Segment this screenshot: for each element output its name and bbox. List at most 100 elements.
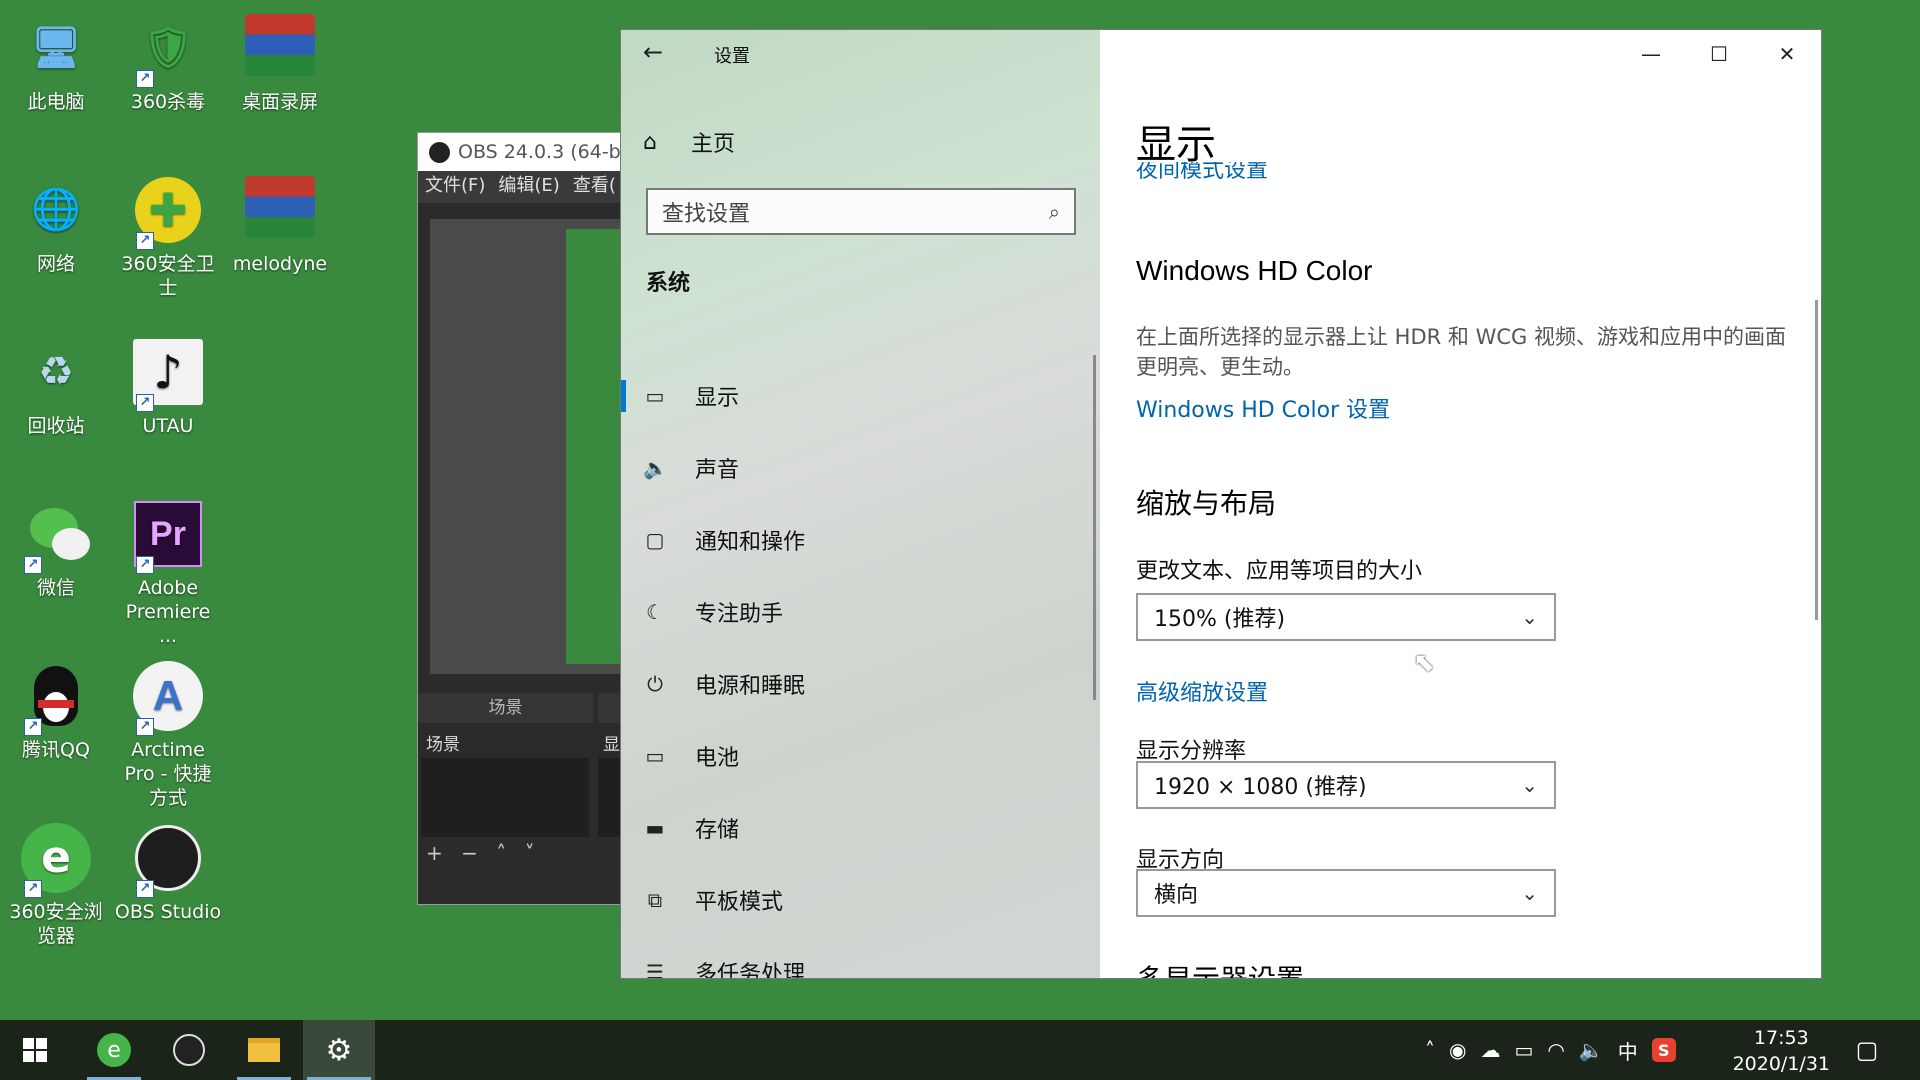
obs-scene-controls[interactable]: + − ˄ ˅ bbox=[426, 841, 541, 865]
obs-scenes-list[interactable]: 场景 bbox=[421, 727, 589, 837]
scale-dropdown[interactable]: 150% (推荐) ⌄ bbox=[1136, 593, 1556, 641]
nav-item-storage[interactable]: ▬ 存储 bbox=[621, 799, 1100, 857]
maximize-icon[interactable]: ☐ bbox=[1685, 30, 1753, 78]
360-browser-icon: e bbox=[97, 1033, 131, 1067]
desktop-icon-melodyne[interactable]: melodyne bbox=[224, 172, 336, 276]
nav-item-notifications[interactable]: ▢ 通知和操作 bbox=[621, 511, 1100, 569]
desktop-icon-360-antivirus[interactable]: 🛡 ↗ 360杀毒 bbox=[112, 10, 224, 114]
advanced-scaling-link[interactable]: 高级缩放设置 bbox=[1136, 675, 1268, 707]
desktop-icon-recycle-bin[interactable]: ♻ 回收站 bbox=[0, 334, 112, 438]
record-icon[interactable]: ◉ bbox=[1449, 1038, 1466, 1062]
orientation-dropdown[interactable]: 横向 ⌄ bbox=[1136, 869, 1556, 917]
minimize-icon[interactable]: — bbox=[1617, 30, 1685, 78]
network-icon: 🌐 bbox=[31, 187, 81, 233]
taskbar-360-browser[interactable]: e bbox=[83, 1020, 145, 1080]
obs-icon: ↗ bbox=[130, 820, 206, 898]
hd-color-title: Windows HD Color bbox=[1136, 255, 1373, 286]
search-icon[interactable]: ⌕ bbox=[1049, 200, 1060, 224]
taskbar-settings[interactable]: ⚙ bbox=[303, 1020, 375, 1080]
desktop-icon-arctime[interactable]: A ↗ Arctime Pro - 快捷方式 bbox=[112, 658, 224, 810]
moon-icon: ☾ bbox=[646, 600, 664, 624]
volume-icon[interactable]: 🔈 bbox=[1579, 1038, 1604, 1062]
obs-menu-file[interactable]: 文件(F) bbox=[425, 175, 485, 196]
mouse-cursor-icon: ⬉ bbox=[1413, 648, 1435, 678]
settings-search-input[interactable]: 查找设置 ⌕ bbox=[646, 188, 1076, 235]
nav-item-tablet-mode[interactable]: ⧉ 平板模式 bbox=[621, 871, 1100, 929]
desktop-icon-this-pc[interactable]: 🖥 此电脑 bbox=[0, 10, 112, 114]
taskbar: e ⚙ ˄ ◉ ☁ ▭ ◠ 🔈 中 S 17:53 2020/1/31 ▢ bbox=[0, 1020, 1920, 1080]
nav-item-label: 电源和睡眠 bbox=[695, 674, 806, 699]
nav-item-label: 多任务处理 bbox=[695, 962, 806, 979]
obs-menu-edit[interactable]: 编辑(E) bbox=[498, 175, 559, 196]
settings-window[interactable]: ← 设置 ⌂ 主页 查找设置 ⌕ 系统 ▭ 显示 🔈 声音 ▢ 通知和操作 ☾ 专注助手 ⏻… bbox=[620, 29, 1822, 979]
speaker-icon: 🔈 bbox=[643, 456, 668, 480]
scale-layout-title: 缩放与布局 bbox=[1136, 487, 1277, 520]
sidebar-scrollbar[interactable] bbox=[1093, 355, 1096, 700]
nav-item-label: 显示 bbox=[695, 386, 740, 411]
settings-titlebar[interactable]: ← 设置 bbox=[621, 30, 1100, 78]
nav-item-multitasking[interactable]: ☰ 多任务处理 bbox=[621, 943, 1100, 979]
storage-icon: ▬ bbox=[645, 816, 665, 840]
nav-item-focus-assist[interactable]: ☾ 专注助手 bbox=[621, 583, 1100, 641]
music-note-icon: ♪ ↗ bbox=[130, 334, 206, 412]
taskbar-obs[interactable] bbox=[158, 1020, 220, 1080]
resolution-dropdown[interactable]: 1920 × 1080 (推荐) ⌄ bbox=[1136, 761, 1556, 809]
chevron-up-icon[interactable]: ˄ bbox=[1425, 1038, 1435, 1062]
chevron-down-icon: ⌄ bbox=[1521, 773, 1538, 797]
desktop-icon-label: 微信 bbox=[36, 577, 75, 599]
content-scrollbar[interactable] bbox=[1815, 300, 1818, 620]
nav-item-display[interactable]: ▭ 显示 bbox=[621, 367, 1100, 425]
cloud-icon[interactable]: ☁ bbox=[1480, 1038, 1500, 1062]
taskbar-file-explorer[interactable] bbox=[233, 1020, 295, 1080]
desktop-icon-obs[interactable]: ↗ OBS Studio bbox=[112, 820, 224, 924]
desktop-icon-360-browser[interactable]: e ↗ 360安全浏览器 bbox=[0, 820, 112, 948]
settings-sidebar: ← 设置 ⌂ 主页 查找设置 ⌕ 系统 ▭ 显示 🔈 声音 ▢ 通知和操作 ☾ 专注助手 ⏻… bbox=[621, 30, 1100, 978]
winrar-icon bbox=[245, 14, 315, 76]
desktop-icon-360-security[interactable]: ✚ ↗ 360安全卫士 bbox=[112, 172, 224, 300]
desktop-icon-network[interactable]: 🌐 网络 bbox=[0, 172, 112, 276]
desktop-icon-premiere[interactable]: Pr ↗ Adobe Premiere ... bbox=[112, 496, 224, 648]
nav-item-battery[interactable]: ▭ 电池 bbox=[621, 727, 1100, 785]
back-arrow-icon[interactable]: ← bbox=[643, 38, 663, 66]
notification-icon: ▢ bbox=[645, 528, 665, 552]
desktop-icon-label: 360杀毒 bbox=[130, 91, 206, 113]
obs-scene-item[interactable]: 场景 bbox=[421, 727, 589, 758]
obs-icon bbox=[173, 1034, 205, 1066]
360-browser-icon: e ↗ bbox=[18, 820, 94, 898]
sogou-input-icon[interactable]: S bbox=[1651, 1038, 1676, 1062]
action-center-button[interactable]: ▢ bbox=[1842, 1020, 1892, 1080]
night-light-link[interactable]: 夜间模式设置 bbox=[1136, 162, 1268, 180]
close-icon[interactable]: ✕ bbox=[1753, 30, 1821, 78]
obs-window[interactable]: OBS 24.0.3 (64-bit, 文件(F)编辑(E)查看( 场景 场景 … bbox=[417, 132, 623, 905]
desktop-icon-label: melodyne bbox=[232, 253, 328, 275]
desktop-icon-qq[interactable]: ↗ 腾讯QQ bbox=[0, 658, 112, 762]
desktop-icon-wechat[interactable]: ↗ 微信 bbox=[0, 496, 112, 600]
taskbar-clock[interactable]: 17:53 2020/1/31 bbox=[1733, 1025, 1830, 1077]
start-button[interactable] bbox=[6, 1020, 64, 1080]
nav-item-label: 通知和操作 bbox=[695, 530, 806, 555]
ime-indicator[interactable]: 中 bbox=[1618, 1036, 1638, 1065]
nav-item-power[interactable]: ⏻ 电源和睡眠 bbox=[621, 655, 1100, 713]
desktop-icon-utau[interactable]: ♪ ↗ UTAU bbox=[112, 334, 224, 438]
nav-item-label: 电池 bbox=[695, 746, 740, 771]
obs-titlebar[interactable]: OBS 24.0.3 (64-bit, bbox=[418, 133, 621, 171]
obs-preview bbox=[566, 229, 623, 664]
battery-icon: ▭ bbox=[645, 744, 665, 768]
battery-icon[interactable]: ▭ bbox=[1514, 1038, 1533, 1062]
obs-scenes-header: 场景 bbox=[418, 693, 593, 723]
desktop-icon-screen-recorder[interactable]: 桌面录屏 bbox=[224, 10, 336, 114]
hd-color-settings-link[interactable]: Windows HD Color 设置 bbox=[1136, 392, 1390, 424]
obs-menu-view[interactable]: 查看( bbox=[573, 175, 616, 196]
arctime-icon: A ↗ bbox=[130, 658, 206, 736]
chevron-down-icon: ⌄ bbox=[1521, 881, 1538, 905]
desktop-icon-label: OBS Studio bbox=[114, 901, 222, 923]
wifi-icon[interactable]: ◠ bbox=[1547, 1038, 1564, 1062]
section-title: 系统 bbox=[646, 271, 691, 296]
nav-item-label: 存储 bbox=[695, 818, 740, 843]
orientation-value: 横向 bbox=[1154, 883, 1199, 908]
nav-home[interactable]: ⌂ 主页 bbox=[643, 126, 735, 158]
system-tray: ˄ ◉ ☁ ▭ ◠ 🔈 中 S bbox=[1425, 1020, 1676, 1080]
wechat-icon: ↗ bbox=[18, 496, 94, 574]
nav-item-sound[interactable]: 🔈 声音 bbox=[621, 439, 1100, 497]
multitask-icon: ☰ bbox=[646, 960, 664, 979]
